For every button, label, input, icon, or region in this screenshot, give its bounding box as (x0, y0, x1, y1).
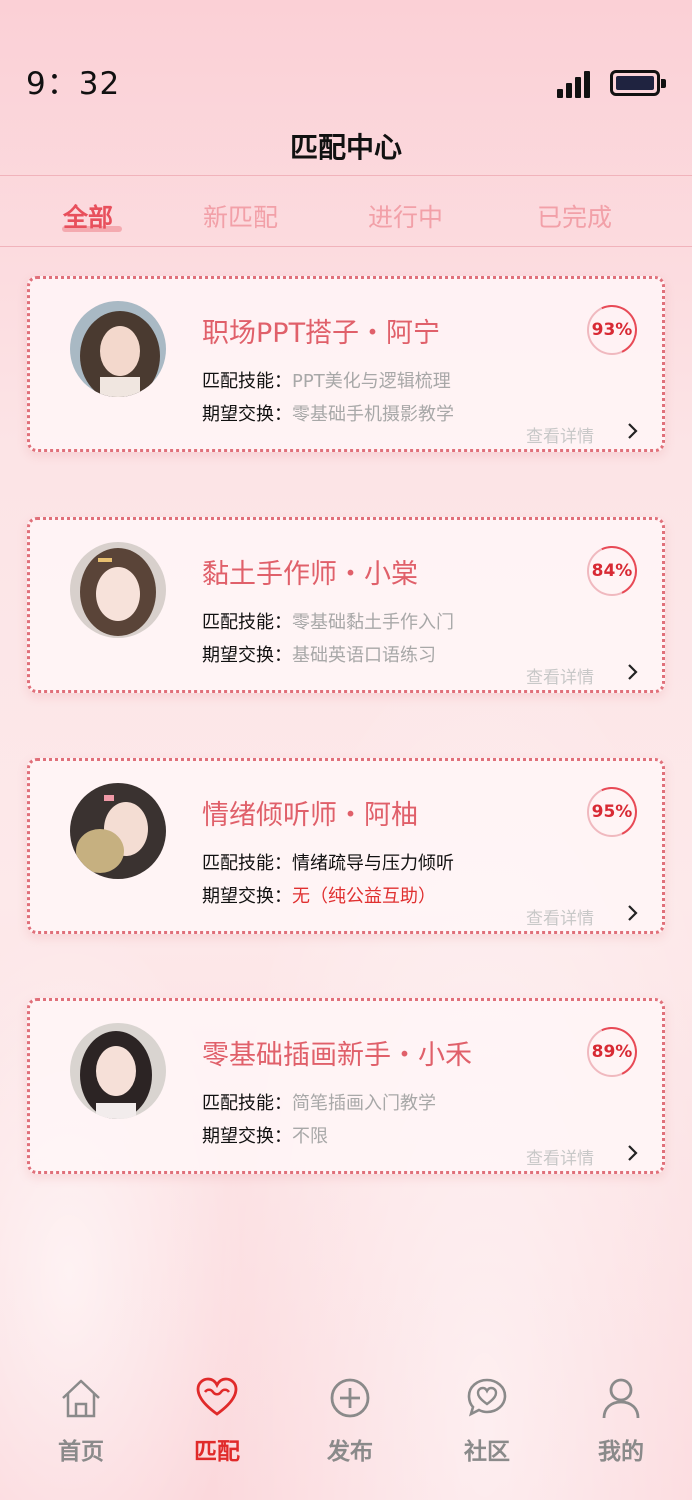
exchange-row: 期望交换：零基础手机摄影教学 (202, 404, 454, 425)
home-icon (62, 1379, 100, 1418)
card-title: 零基础插画新手・小禾 (202, 1040, 472, 1071)
battery-icon (610, 70, 666, 96)
match-card[interactable]: 黏土手作师・小棠 匹配技能：零基础黏土手作入门 期望交换：基础英语口语练习 84… (27, 517, 665, 693)
card-title: 情绪倾听师・阿柚 (202, 800, 418, 831)
filter-tabs: 全部 新匹配 进行中 已完成 (0, 176, 692, 247)
match-percentage-badge: 84% (587, 546, 637, 596)
tabbar-item-publish[interactable]: 发布 (305, 1376, 395, 1466)
page-title: 匹配中心 (289, 131, 402, 164)
bottom-tab-bar: 首页 匹配 发布 社区 我的 (0, 1362, 692, 1500)
card-title: 黏土手作师・小棠 (202, 559, 418, 590)
match-card[interactable]: 零基础插画新手・小禾 匹配技能：简笔插画入门教学 期望交换：不限 89% 查看详… (27, 998, 665, 1174)
chat-heart-icon (467, 1378, 507, 1417)
chevron-right-icon[interactable] (626, 903, 640, 923)
exchange-row: 期望交换：无（纯公益互助） (202, 886, 436, 907)
skill-row: 匹配技能：简笔插画入门教学 (202, 1093, 436, 1114)
match-percentage-badge: 89% (587, 1027, 637, 1077)
match-card[interactable]: 情绪倾听师・阿柚 匹配技能：情绪疏导与压力倾听 期望交换：无（纯公益互助） 95… (27, 758, 665, 934)
chevron-right-icon[interactable] (626, 662, 640, 682)
chevron-right-icon[interactable] (626, 1143, 640, 1163)
tabbar-item-profile[interactable]: 我的 (576, 1376, 666, 1466)
view-detail-link[interactable]: 查看详情 (526, 1144, 594, 1169)
match-card[interactable]: 职场PPT搭子・阿宁 匹配技能：PPT美化与逻辑梳理 期望交换：零基础手机摄影教… (27, 276, 665, 452)
view-detail-link[interactable]: 查看详情 (526, 663, 594, 688)
skill-row: 匹配技能：情绪疏导与压力倾听 (202, 853, 454, 874)
tab-new-match[interactable]: 新匹配 (203, 198, 278, 234)
match-percentage-badge: 93% (587, 305, 637, 355)
avatar (70, 1023, 166, 1119)
user-icon (602, 1378, 640, 1419)
tabbar-item-community[interactable]: 社区 (442, 1376, 532, 1466)
status-bar: 9：32 (0, 0, 692, 120)
match-percentage-badge: 95% (587, 787, 637, 837)
tab-in-progress[interactable]: 进行中 (368, 198, 443, 234)
tab-all[interactable]: 全部 (63, 198, 113, 234)
chevron-right-icon[interactable] (626, 421, 640, 441)
view-detail-link[interactable]: 查看详情 (526, 422, 594, 447)
signal-icon (557, 70, 593, 98)
card-title: 职场PPT搭子・阿宁 (202, 318, 441, 349)
exchange-row: 期望交换：基础英语口语练习 (202, 645, 436, 666)
plus-circle-icon (330, 1378, 370, 1418)
status-time: 9：32 (26, 66, 121, 102)
heart-icon (196, 1377, 238, 1416)
tabbar-item-home[interactable]: 首页 (36, 1376, 126, 1466)
skill-row: 匹配技能：零基础黏土手作入门 (202, 612, 454, 633)
avatar (70, 301, 166, 397)
tab-completed[interactable]: 已完成 (537, 198, 612, 234)
tabbar-item-match[interactable]: 匹配 (172, 1376, 262, 1466)
skill-row: 匹配技能：PPT美化与逻辑梳理 (202, 371, 451, 392)
exchange-row: 期望交换：不限 (202, 1126, 328, 1147)
avatar (70, 542, 166, 638)
view-detail-link[interactable]: 查看详情 (526, 904, 594, 929)
avatar (70, 783, 166, 879)
